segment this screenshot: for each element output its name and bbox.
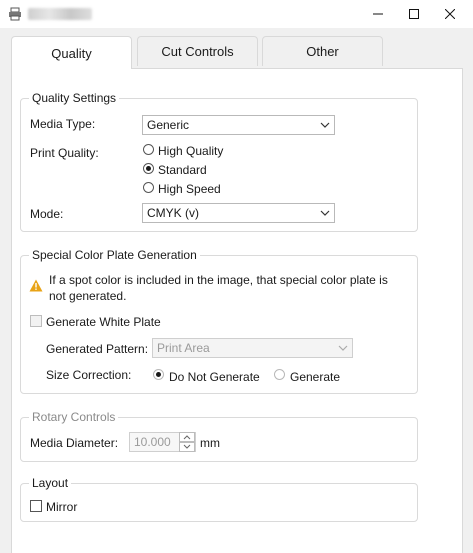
tab-other-label: Other [306, 44, 339, 59]
warning-text-line1: If a spot color is included in the image… [49, 273, 388, 287]
printer-icon [8, 7, 22, 21]
tab-cut-controls-label: Cut Controls [161, 44, 234, 59]
media-diameter-label: Media Diameter: [30, 436, 119, 450]
warning-icon [29, 279, 43, 292]
radio-generate[interactable] [274, 369, 285, 380]
quality-settings-title: Quality Settings [29, 90, 120, 106]
radio-standard-label[interactable]: Standard [158, 162, 207, 178]
layout-title: Layout [29, 475, 72, 491]
radio-do-not-generate-label[interactable]: Do Not Generate [169, 369, 260, 385]
media-diameter-value: 10.000 [134, 435, 171, 449]
minimize-icon [373, 13, 383, 15]
warning-text-line2: not generated. [49, 289, 127, 303]
window-title [28, 8, 92, 20]
radio-generate-label[interactable]: Generate [290, 369, 340, 385]
layout-group: Layout [20, 475, 418, 522]
spin-up-button[interactable] [179, 432, 195, 442]
close-button[interactable] [427, 0, 473, 28]
mirror-checkbox[interactable] [30, 500, 42, 512]
mirror-label[interactable]: Mirror [46, 499, 77, 515]
media-diameter-unit: mm [200, 436, 220, 450]
generated-pattern-select[interactable]: Print Area [152, 338, 353, 358]
tab-cut-controls[interactable]: Cut Controls [137, 36, 258, 66]
radio-standard[interactable] [143, 163, 154, 174]
close-icon [445, 9, 455, 19]
radio-high-quality-label[interactable]: High Quality [158, 143, 223, 159]
radio-high-speed[interactable] [143, 182, 154, 193]
radio-high-speed-label[interactable]: High Speed [158, 181, 221, 197]
tab-quality-label: Quality [51, 45, 92, 61]
chevron-up-icon [183, 435, 191, 440]
chevron-down-icon [320, 122, 330, 128]
tab-quality[interactable]: Quality [11, 36, 132, 69]
chevron-down-icon [338, 345, 348, 351]
media-type-select[interactable]: Generic [142, 115, 335, 135]
generated-pattern-label: Generated Pattern: [46, 342, 149, 356]
mode-value: CMYK (v) [147, 206, 199, 220]
media-type-label: Media Type: [30, 117, 96, 131]
special-color-title: Special Color Plate Generation [29, 247, 200, 263]
print-quality-label: Print Quality: [30, 146, 99, 160]
radio-do-not-generate[interactable] [153, 369, 164, 380]
size-correction-label: Size Correction: [46, 368, 132, 382]
title-bar [0, 0, 473, 28]
generate-white-plate-checkbox[interactable] [30, 315, 42, 327]
generated-pattern-value: Print Area [157, 341, 210, 355]
chevron-down-icon [320, 210, 330, 216]
radio-high-quality[interactable] [143, 144, 154, 155]
media-type-value: Generic [147, 118, 190, 132]
tab-other[interactable]: Other [262, 36, 383, 66]
mode-select[interactable]: CMYK (v) [142, 203, 335, 223]
chevron-down-icon [183, 444, 191, 449]
maximize-icon [409, 9, 419, 19]
mode-label: Mode: [30, 207, 64, 221]
rotary-controls-title: Rotary Controls [29, 409, 119, 425]
generate-white-plate-label[interactable]: Generate White Plate [46, 314, 161, 330]
spin-down-button[interactable] [179, 442, 195, 452]
